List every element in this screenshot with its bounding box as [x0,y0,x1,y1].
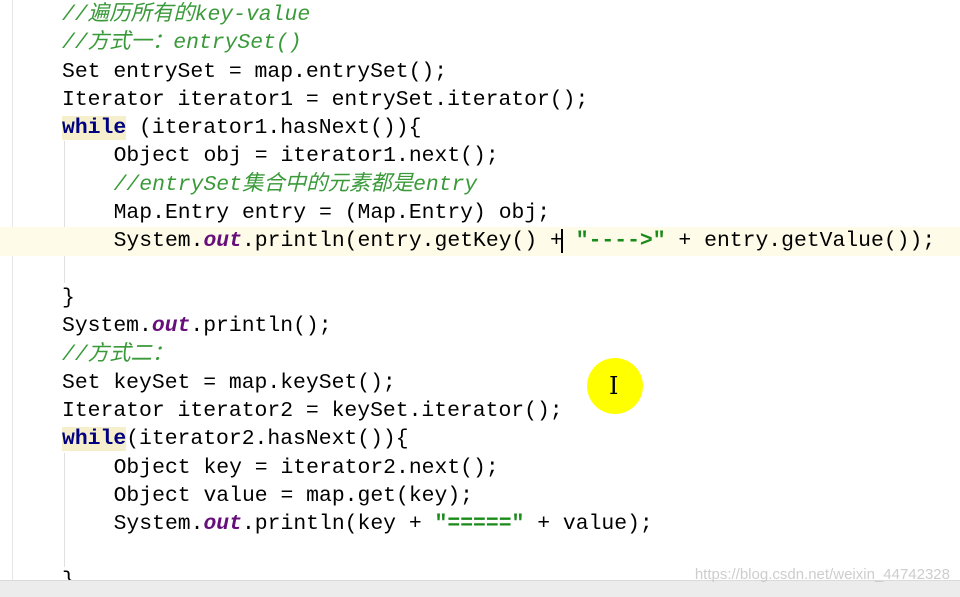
code-text: System. [113,229,204,254]
code-line[interactable]: System.out.println(); [0,312,960,340]
static-field: out [203,512,242,537]
code-text: (iterator2.hasNext()){ [126,427,409,452]
code-line[interactable]: System.out.println(key + "=====" + value… [0,510,960,538]
code-text: Iterator iterator1 = entrySet.iterator()… [62,87,589,112]
static-field: out [151,314,191,339]
code-line[interactable]: } [0,284,960,312]
code-line[interactable] [0,539,960,567]
comment: //遍历所有的key-value [62,3,311,27]
code-text: System. [113,512,204,537]
keyword: while [62,116,127,141]
current-code-line[interactable]: System.out.println(entry.getKey() + "---… [0,227,960,256]
code-line[interactable]: //entrySet集合中的元素都是entry [0,171,960,199]
code-text: Object obj = iterator1.next(); [113,144,499,169]
code-editor[interactable]: //遍历所有的key-value //方式一：entrySet() Set en… [0,1,960,595]
static-field: out [203,229,242,254]
code-text: .println(entry.getKey() + [241,229,563,254]
code-text: Set entrySet = map.entrySet(); [62,59,448,84]
comment: //方式二： [62,342,174,367]
code-line[interactable]: //方式二： [0,341,960,369]
code-line[interactable]: while(iterator2.hasNext()){ [0,425,960,453]
comment: //entrySet集合中的元素都是entry [113,172,478,197]
code-line[interactable]: Object key = iterator2.next(); [0,454,960,482]
code-text: .println(); [190,314,332,339]
code-text: + value); [524,512,653,537]
code-line[interactable]: Iterator iterator2 = keySet.iterator(); [0,397,960,425]
code-line[interactable]: while (iterator1.hasNext()){ [0,114,960,142]
code-text: Set keySet = map.keySet(); [62,370,396,395]
text-caret [560,228,563,253]
code-text: Object key = iterator2.next(); [113,455,499,480]
code-line[interactable]: Object value = map.get(key); [0,482,960,510]
code-line[interactable]: Object obj = iterator1.next(); [0,142,960,170]
code-line[interactable]: Iterator iterator1 = entrySet.iterator()… [0,86,960,114]
code-text: } [62,285,75,310]
code-text: Iterator iterator2 = keySet.iterator(); [62,399,563,424]
string-literal: "---->" [575,229,666,254]
keyword: while [62,427,127,452]
code-line[interactable]: Map.Entry entry = (Map.Entry) obj; [0,199,960,227]
string-literal: "=====" [434,512,525,537]
code-line[interactable]: //遍历所有的key-value [0,1,960,29]
code-line[interactable]: Set keySet = map.keySet(); [0,369,960,397]
code-text: Object value = map.get(key); [113,484,474,509]
text-ibeam-cursor-icon: I [609,372,619,400]
code-text: Map.Entry entry = (Map.Entry) obj; [113,201,551,226]
cursor-highlight: I [587,358,643,414]
code-line[interactable]: Set entrySet = map.entrySet(); [0,58,960,86]
code-line[interactable]: //方式一：entrySet() [0,29,960,57]
code-text: + entry.getValue()); [665,229,936,254]
code-text: .println(key + [241,512,435,537]
code-text: System. [62,314,152,339]
code-line[interactable] [0,256,960,284]
comment: //方式一：entrySet() [62,31,302,56]
watermark: https://blog.csdn.net/weixin_44742328 [694,566,950,583]
code-text: (iterator1.hasNext()){ [126,116,422,141]
